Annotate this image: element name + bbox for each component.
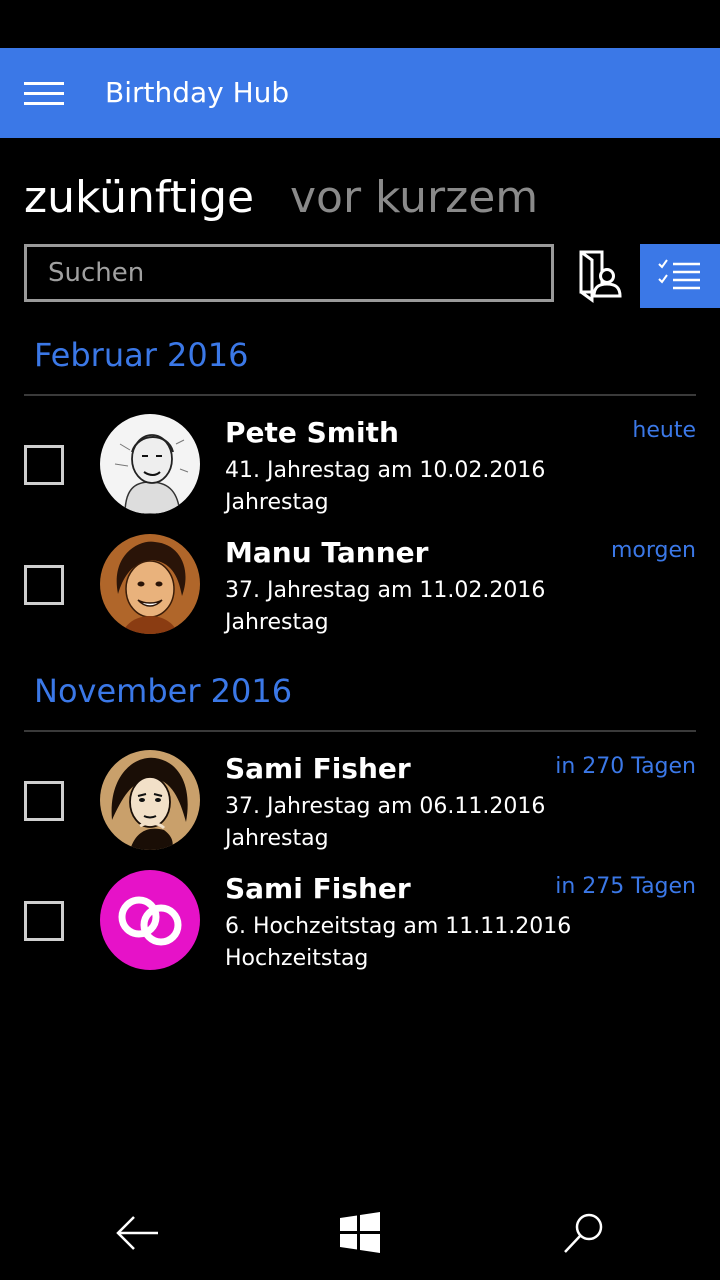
item-checkbox[interactable] <box>24 901 64 941</box>
section-header-november: November 2016 <box>34 672 293 710</box>
hamburger-icon[interactable] <box>24 82 64 106</box>
section-header-february: Februar 2016 <box>34 336 249 374</box>
item-checkbox[interactable] <box>24 445 64 485</box>
relative-date: in 275 Tagen <box>555 874 696 899</box>
item-checkbox[interactable] <box>24 565 64 605</box>
event-detail: 41. Jahrestag am 10.02.2016 <box>225 458 546 483</box>
wedding-rings-avatar <box>100 870 200 970</box>
list-item[interactable]: Manu Tanner 37. Jahrestag am 11.02.2016 … <box>0 534 720 654</box>
section-divider <box>24 394 696 396</box>
contact-name: Pete Smith <box>225 416 399 449</box>
event-type: Jahrestag <box>225 490 329 515</box>
contact-book-icon <box>579 250 622 303</box>
navigation-bar <box>0 1180 720 1280</box>
avatar <box>100 534 200 634</box>
event-type: Jahrestag <box>225 826 329 851</box>
app-bar: Birthday Hub <box>0 48 720 138</box>
event-detail: 37. Jahrestag am 06.11.2016 <box>225 794 546 819</box>
contact-name: Sami Fisher <box>225 872 411 905</box>
item-checkbox[interactable] <box>24 781 64 821</box>
app-title: Birthday Hub <box>105 76 290 109</box>
search-box <box>24 244 554 302</box>
contact-name: Sami Fisher <box>225 752 411 785</box>
avatar <box>100 414 200 514</box>
event-detail: 37. Jahrestag am 11.02.2016 <box>225 578 546 603</box>
list-item[interactable]: Sami Fisher 6. Hochzeitstag am 11.11.201… <box>0 870 720 990</box>
event-type: Jahrestag <box>225 610 329 635</box>
event-detail: 6. Hochzeitstag am 11.11.2016 <box>225 914 572 939</box>
start-button[interactable] <box>336 1210 386 1256</box>
status-bar <box>0 0 720 48</box>
relative-date: heute <box>632 418 696 443</box>
tab-upcoming[interactable]: zukünftige <box>24 172 254 223</box>
back-arrow-icon <box>116 1216 158 1250</box>
list-item[interactable]: Sami Fisher 37. Jahrestag am 06.11.2016 … <box>0 750 720 870</box>
contacts-button[interactable] <box>572 246 628 304</box>
windows-logo-icon <box>340 1212 380 1253</box>
relative-date: in 270 Tagen <box>555 754 696 779</box>
relative-date: morgen <box>611 538 696 563</box>
event-type: Hochzeitstag <box>225 946 369 971</box>
contact-name: Manu Tanner <box>225 536 429 569</box>
back-button[interactable] <box>112 1210 162 1256</box>
section-divider <box>24 730 696 732</box>
checklist-icon <box>658 259 700 290</box>
multi-select-button[interactable] <box>640 244 720 308</box>
list-item[interactable]: Pete Smith 41. Jahrestag am 10.02.2016 J… <box>0 414 720 534</box>
search-input[interactable] <box>27 247 551 299</box>
search-icon <box>564 1213 603 1253</box>
tab-recent[interactable]: vor kurzem <box>290 172 538 223</box>
avatar <box>100 750 200 850</box>
search-button[interactable] <box>560 1210 610 1256</box>
